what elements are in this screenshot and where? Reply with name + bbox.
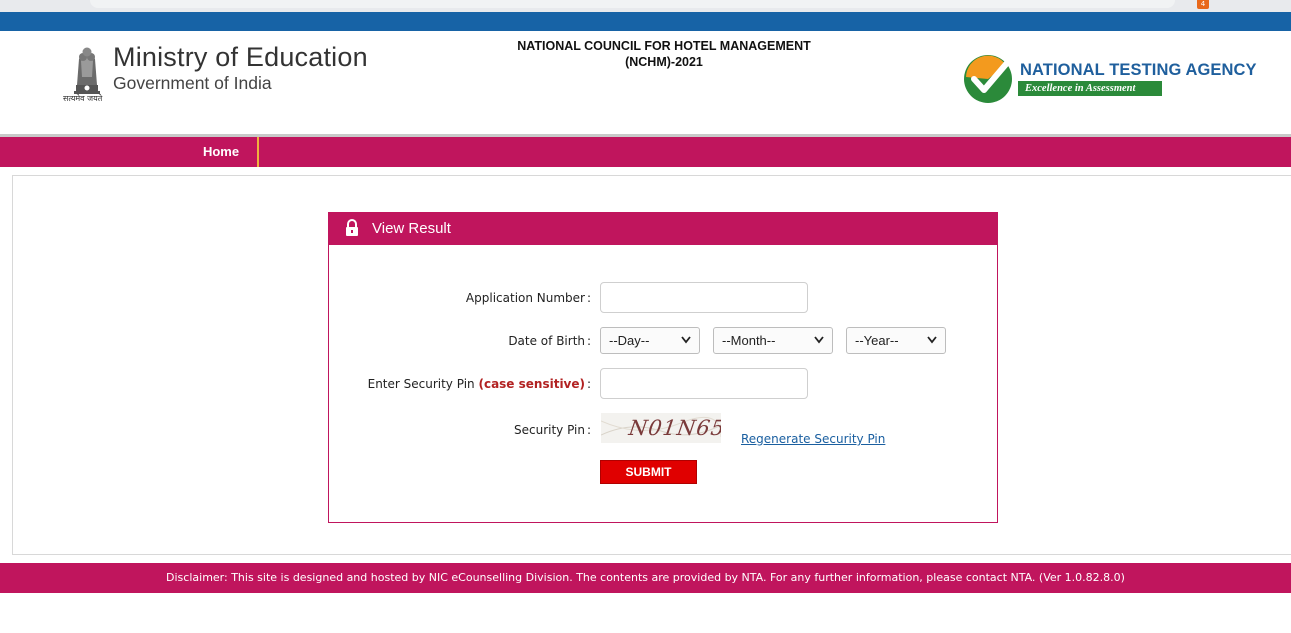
application-number-label: Application Number [465, 291, 585, 305]
site-header: सत्यमेव जयते Ministry of Education Gover… [0, 31, 1291, 134]
lock-icon [346, 219, 358, 236]
regenerate-pin-link[interactable]: Regenerate Security Pin [741, 432, 885, 446]
dob-colon: : [587, 334, 592, 348]
security-pin-label: Enter Security Pin (case sensitive) [368, 377, 585, 391]
dob-month-select[interactable]: --Month-- [713, 327, 833, 354]
nta-checkmark-logo-icon [964, 55, 1012, 103]
panel-title: View Result [372, 220, 451, 237]
dob-year-select[interactable]: --Year-- [846, 327, 946, 354]
view-result-panel: View Result Application Number : Date of… [328, 212, 998, 523]
council-title-line1: NATIONAL COUNCIL FOR HOTEL MANAGEMENT [517, 39, 811, 53]
council-title: NATIONAL COUNCIL FOR HOTEL MANAGEMENT (N… [480, 38, 848, 70]
security-pin-input[interactable] [600, 368, 808, 399]
main-nav: Home [0, 134, 1291, 167]
panel-header: View Result [328, 212, 998, 245]
agency-name: NATIONAL TESTING AGENCY [1020, 61, 1257, 79]
chevron-down-icon [927, 336, 937, 344]
date-of-birth-label: Date of Birth [508, 334, 585, 348]
chevron-down-icon [814, 336, 824, 344]
dob-day-select[interactable]: --Day-- [600, 327, 700, 354]
dob-month-value: --Month-- [722, 333, 776, 348]
security-pin-label-text: Enter Security Pin [367, 377, 475, 391]
captcha-image: N01N65 [601, 413, 721, 443]
browser-chrome: 4 [0, 0, 1291, 12]
application-number-input[interactable] [600, 282, 808, 313]
agency-tagline: Excellence in Assessment [1018, 81, 1162, 96]
council-title-line2: (NCHM)-2021 [625, 55, 703, 69]
submit-button[interactable]: SUBMIT [600, 460, 697, 484]
case-sensitive-note: (case sensitive) [478, 377, 585, 391]
dob-day-value: --Day-- [609, 333, 650, 348]
application-colon: : [587, 291, 592, 305]
captcha-text: N01N65 [627, 416, 721, 440]
security-colon: : [587, 377, 592, 391]
emblem-caption: सत्यमेव जयते [63, 94, 103, 103]
government-name: Government of India [113, 73, 272, 93]
footer-disclaimer: Disclaimer: This site is designed and ho… [0, 563, 1291, 593]
ministry-name: Ministry of Education [113, 42, 368, 72]
captcha-colon: : [587, 423, 592, 437]
chevron-down-icon [681, 336, 691, 344]
address-bar[interactable] [90, 0, 1175, 8]
extension-badge[interactable]: 4 [1197, 0, 1209, 9]
captcha-label: Security Pin [513, 423, 585, 437]
top-band [0, 12, 1291, 31]
dob-year-value: --Year-- [855, 333, 899, 348]
nav-home-link[interactable]: Home [185, 137, 259, 167]
